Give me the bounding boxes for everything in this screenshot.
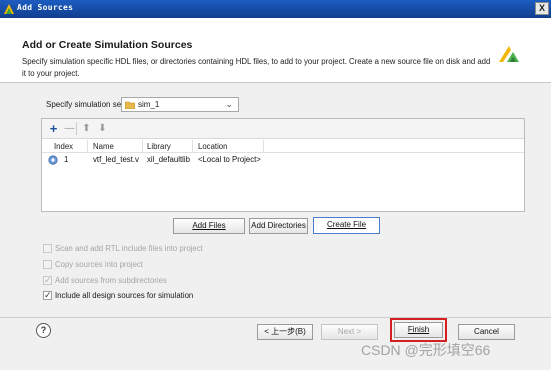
- row-name: vtf_led_test.v: [93, 155, 139, 164]
- chevron-down-icon: ⌄: [225, 99, 233, 109]
- include-design-sources-label: Include all design sources for simulatio…: [55, 291, 194, 300]
- cancel-label: Cancel: [474, 327, 499, 336]
- column-divider: [87, 140, 88, 153]
- header-area: Add or Create Simulation Sources Specify…: [0, 18, 551, 82]
- scan-rtl-label: Scan and add RTL include files into proj…: [55, 244, 203, 253]
- page-title: Add or Create Simulation Sources: [22, 39, 193, 51]
- row-library: xil_defaultlib: [147, 155, 190, 164]
- move-up-icon[interactable]: ⬆: [80, 122, 93, 135]
- add-files-label: Add Files: [192, 221, 226, 230]
- table-row[interactable]: 1 vtf_led_test.v xil_defaultlib <Local t…: [42, 153, 524, 167]
- add-directories-button[interactable]: Add Directories: [249, 218, 308, 234]
- column-divider: [192, 140, 193, 153]
- col-library-header: Library: [147, 142, 171, 151]
- row-location: <Local to Project>: [198, 155, 261, 164]
- add-source-icon[interactable]: +: [47, 122, 60, 135]
- add-directories-label: Add Directories: [251, 221, 306, 230]
- include-design-sources-checkbox[interactable]: ✓: [43, 290, 52, 300]
- help-button[interactable]: ?: [36, 323, 51, 338]
- simset-label: Specify simulation set:: [46, 100, 126, 109]
- scan-rtl-checkbox[interactable]: [43, 244, 52, 253]
- add-files-button[interactable]: Add Files: [173, 218, 245, 234]
- move-down-icon[interactable]: ⬇: [96, 122, 109, 135]
- remove-source-icon[interactable]: —: [63, 122, 76, 135]
- page-description: Specify simulation specific HDL files, o…: [22, 57, 491, 78]
- copy-sources-checkbox[interactable]: [43, 260, 52, 269]
- next-button[interactable]: Next >: [321, 324, 378, 340]
- checkmark-icon: ✓: [44, 290, 52, 300]
- checkmark-icon: ✓: [44, 275, 52, 285]
- next-label: Next >: [337, 327, 362, 336]
- toolbar-divider: [76, 122, 77, 135]
- col-index-header: Index: [54, 142, 74, 151]
- window-title: Add Sources: [17, 3, 74, 12]
- copy-sources-label: Copy sources into project: [55, 260, 143, 269]
- simset-folder-icon: [125, 101, 135, 109]
- back-button[interactable]: < 上一步(B): [257, 324, 313, 340]
- column-divider: [142, 140, 143, 153]
- sources-panel: + — ⬆ ⬇ Index Name Library Location 1 vt…: [41, 118, 525, 212]
- finish-button[interactable]: Finish: [394, 322, 443, 338]
- add-subdirectories-checkbox[interactable]: ✓: [43, 275, 52, 285]
- col-location-header: Location: [198, 142, 228, 151]
- add-subdirectories-label: Add sources from subdirectories: [55, 276, 167, 285]
- col-name-header: Name: [93, 142, 114, 151]
- watermark: CSDN @完形填空66: [361, 342, 491, 358]
- back-label: < 上一步(B): [264, 327, 306, 336]
- row-index: 1: [64, 155, 69, 164]
- title-bar[interactable]: Add Sources X: [0, 0, 551, 18]
- create-file-label: Create File: [326, 220, 367, 229]
- close-button[interactable]: X: [535, 2, 549, 15]
- column-divider: [263, 140, 264, 153]
- simset-dropdown[interactable]: sim_1 ⌄: [121, 97, 239, 112]
- vivado-icon: [4, 4, 14, 14]
- cancel-button[interactable]: Cancel: [458, 324, 515, 340]
- sources-toolbar: + — ⬆ ⬇: [42, 119, 524, 139]
- table-header: Index Name Library Location: [42, 140, 524, 153]
- vivado-logo-icon: [499, 46, 519, 62]
- create-file-button[interactable]: Create File: [313, 217, 380, 234]
- finish-label: Finish: [407, 325, 430, 334]
- simset-value: sim_1: [138, 100, 160, 109]
- hdl-file-icon: [48, 155, 58, 165]
